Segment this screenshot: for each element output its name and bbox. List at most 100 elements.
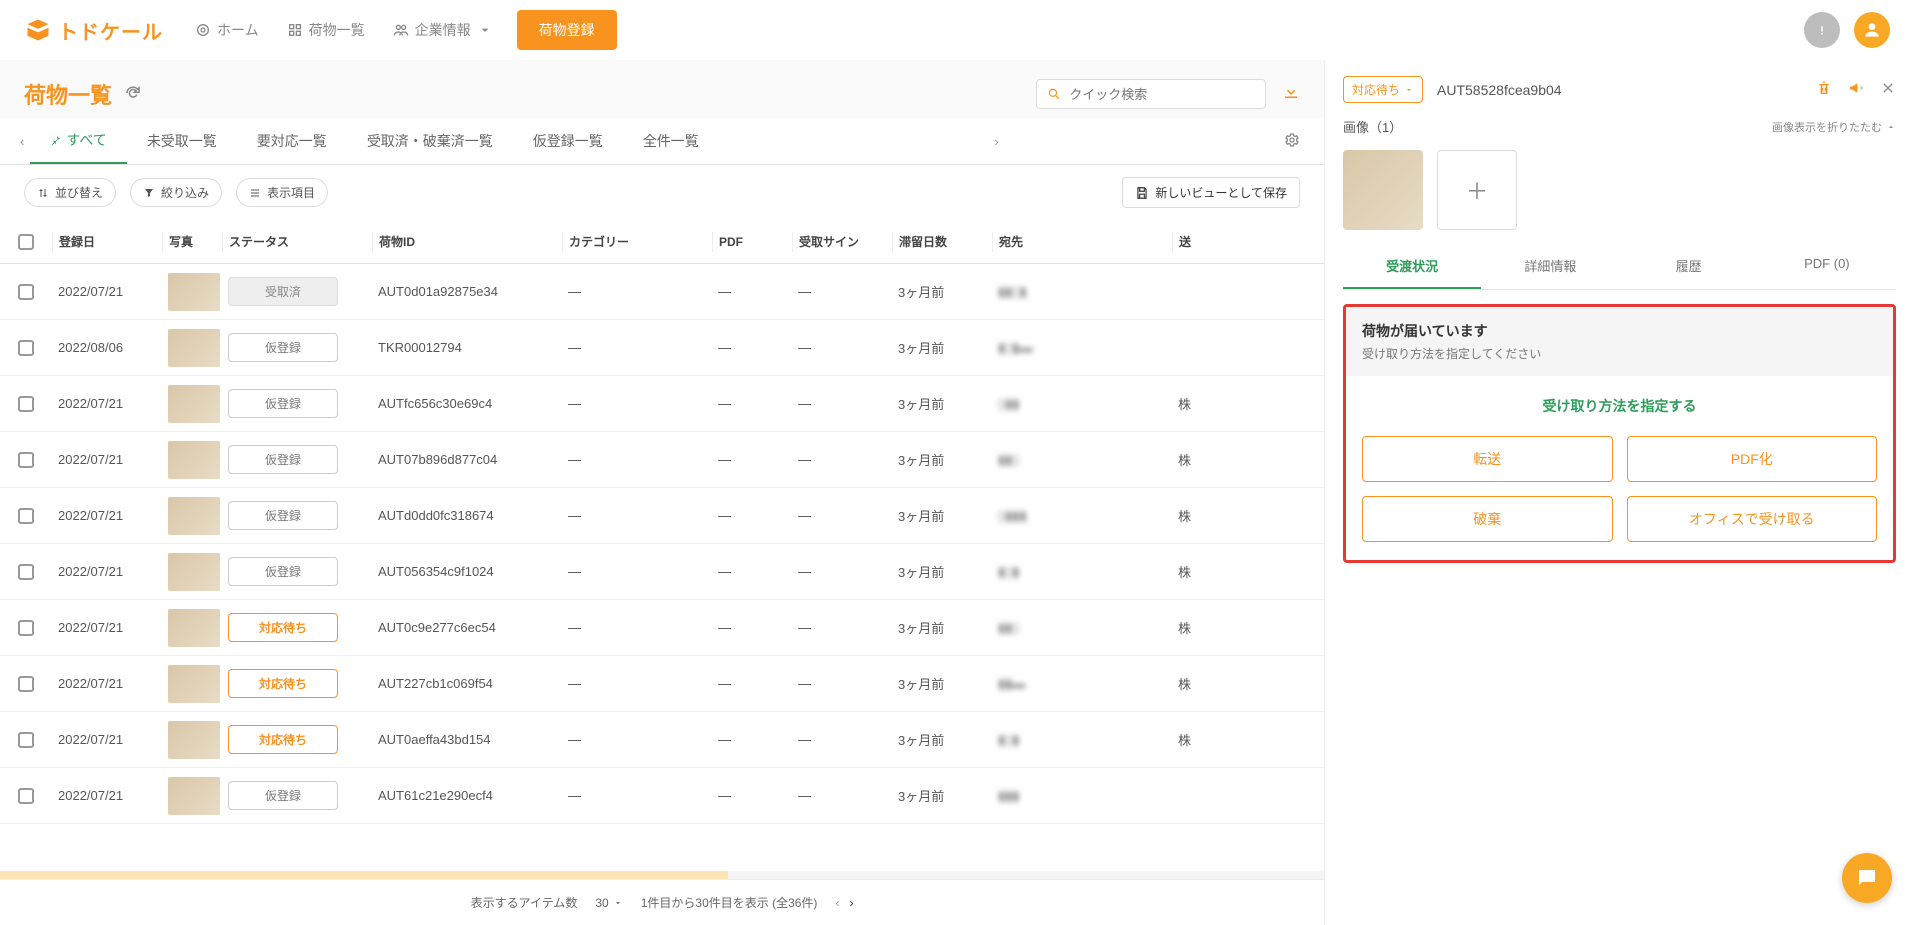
tabs-scroll-right[interactable]: ›	[988, 124, 1004, 159]
row-checkbox[interactable]	[18, 508, 34, 524]
chat-button[interactable]	[1842, 853, 1892, 903]
row-checkbox[interactable]	[18, 788, 34, 804]
cell-dest: ▮▮▯	[992, 452, 1172, 468]
tab-all[interactable]: すべて	[30, 118, 126, 164]
collapse-images-button[interactable]: 画像表示を折りたたむ	[1772, 119, 1896, 135]
sort-button[interactable]: 並び替え	[24, 178, 116, 207]
row-checkbox[interactable]	[18, 732, 34, 748]
package-image[interactable]	[1343, 150, 1423, 230]
col-pdf[interactable]: PDF	[712, 232, 792, 252]
alert-button[interactable]	[1804, 12, 1840, 48]
tab-draft[interactable]: 仮登録一覧	[513, 119, 623, 163]
table-row[interactable]: 2022/07/21仮登録AUT07b896d877c04———3ヶ月前▮▮▯株	[0, 432, 1324, 488]
nav-packages[interactable]: 荷物一覧	[287, 20, 365, 40]
office-button[interactable]: オフィスで受け取る	[1627, 496, 1878, 542]
row-checkbox[interactable]	[18, 452, 34, 468]
table-row[interactable]: 2022/07/21受取済AUT0d01a92875e34———3ヶ月前▮▮▯▮	[0, 264, 1324, 320]
col-sender[interactable]: 送	[1172, 232, 1252, 252]
tabs-scroll-left[interactable]: ‹	[14, 124, 30, 159]
refresh-button[interactable]	[124, 84, 142, 105]
tab-needaction[interactable]: 要対応一覧	[237, 119, 347, 163]
nav-company[interactable]: 企業情報	[393, 20, 493, 40]
table-row[interactable]: 2022/07/21対応待ちAUT0aeffa43bd154———3ヶ月前▮▯▮…	[0, 712, 1324, 768]
col-sign[interactable]: 受取サイン	[792, 232, 892, 252]
close-button[interactable]	[1880, 80, 1896, 99]
dtab-history[interactable]: 履歴	[1620, 244, 1758, 289]
notify-button[interactable]	[1848, 80, 1864, 99]
pdf-button[interactable]: PDF化	[1627, 436, 1878, 482]
cell-pdf: —	[712, 396, 792, 411]
trash-icon	[1816, 80, 1832, 96]
row-checkbox[interactable]	[18, 396, 34, 412]
delete-button[interactable]	[1816, 80, 1832, 99]
col-status[interactable]: ステータス	[222, 232, 372, 252]
row-checkbox[interactable]	[18, 676, 34, 692]
filter-button[interactable]: 絞り込み	[130, 178, 222, 207]
table-row[interactable]: 2022/08/06仮登録TKR00012794———3ヶ月前▮▯▮▬	[0, 320, 1324, 376]
cell-sign: —	[792, 396, 892, 411]
cell-pdf: —	[712, 620, 792, 635]
table-row[interactable]: 2022/07/21仮登録AUTd0dd0fc318674———3ヶ月前▯▮▮▮…	[0, 488, 1324, 544]
table-row[interactable]: 2022/07/21対応待ちAUT227cb1c069f54———3ヶ月前▮▮▬…	[0, 656, 1324, 712]
profile-button[interactable]	[1854, 12, 1890, 48]
cell-category: —	[562, 564, 712, 579]
page-size-select[interactable]: 30	[595, 896, 622, 910]
detail-status-chip[interactable]: 対応待ち	[1343, 76, 1423, 103]
tab-unreceived[interactable]: 未受取一覧	[127, 119, 237, 163]
row-checkbox[interactable]	[18, 284, 34, 300]
col-category[interactable]: カテゴリー	[562, 232, 712, 252]
status-badge: 受取済	[228, 277, 338, 306]
nav-home[interactable]: ホーム	[195, 20, 259, 40]
download-icon	[1282, 83, 1300, 101]
row-checkbox[interactable]	[18, 564, 34, 580]
table-row[interactable]: 2022/07/21対応待ちAUT0c9e277c6ec54———3ヶ月前▮▮▯…	[0, 600, 1324, 656]
tab-done[interactable]: 受取済・破棄済一覧	[347, 119, 513, 163]
cell-days: 3ヶ月前	[892, 618, 992, 637]
search-input[interactable]	[1069, 87, 1255, 102]
col-date[interactable]: 登録日	[52, 232, 162, 252]
discard-button[interactable]: 破棄	[1362, 496, 1613, 542]
col-days[interactable]: 滞留日数	[892, 232, 992, 252]
table-row[interactable]: 2022/07/21仮登録AUT056354c9f1024———3ヶ月前▮▯▮株	[0, 544, 1324, 600]
dtab-status[interactable]: 受渡状況	[1343, 244, 1481, 289]
cell-id: AUT0d01a92875e34	[372, 284, 562, 299]
logo[interactable]: トドケール	[24, 16, 163, 45]
cell-date: 2022/07/21	[52, 788, 162, 803]
list-icon	[287, 22, 303, 38]
pager-prev[interactable]: ‹	[835, 896, 839, 910]
tab-everything[interactable]: 全件一覧	[623, 119, 719, 163]
table-row[interactable]: 2022/07/21仮登録AUT61c21e290ecf4———3ヶ月前▮▮▮	[0, 768, 1324, 824]
col-pkgid[interactable]: 荷物ID	[372, 232, 562, 252]
col-photo[interactable]: 写真	[162, 232, 222, 252]
table-row[interactable]: 2022/07/21仮登録AUTfc656c30e69c4———3ヶ月前▯▮▮株	[0, 376, 1324, 432]
save-view-button[interactable]: 新しいビューとして保存	[1122, 177, 1300, 208]
col-dest[interactable]: 宛先	[992, 232, 1172, 252]
search-box[interactable]	[1036, 79, 1266, 109]
cell-dest: ▯▮▮	[992, 396, 1172, 412]
dtab-pdf[interactable]: PDF (0)	[1758, 244, 1896, 289]
add-image-button[interactable]: ＋	[1437, 150, 1517, 230]
cell-category: —	[562, 340, 712, 355]
cell-date: 2022/07/21	[52, 564, 162, 579]
pager-next[interactable]: ›	[849, 896, 853, 910]
cell-days: 3ヶ月前	[892, 786, 992, 805]
register-package-button[interactable]: 荷物登録	[517, 10, 617, 50]
topbar: トドケール ホーム 荷物一覧 企業情報 荷物登録	[0, 0, 1914, 60]
forward-button[interactable]: 転送	[1362, 436, 1613, 482]
cell-days: 3ヶ月前	[892, 394, 992, 413]
tabs-settings-button[interactable]	[1274, 122, 1310, 161]
row-checkbox[interactable]	[18, 620, 34, 636]
cell-pdf: —	[712, 452, 792, 467]
row-checkbox[interactable]	[18, 340, 34, 356]
detail-pane: 対応待ち AUT58528fcea9b04 画像（1） 画像表示を折りたたむ ＋…	[1324, 60, 1914, 925]
cell-dest: ▮▯▮	[992, 564, 1172, 580]
cell-date: 2022/07/21	[52, 452, 162, 467]
cell-id: AUTd0dd0fc318674	[372, 508, 562, 523]
sort-icon	[37, 187, 49, 199]
download-button[interactable]	[1282, 83, 1300, 106]
horizontal-scrollbar[interactable]	[0, 871, 1324, 879]
columns-button[interactable]: 表示項目	[236, 178, 328, 207]
cell-days: 3ヶ月前	[892, 674, 992, 693]
select-all-checkbox[interactable]	[18, 234, 34, 250]
dtab-info[interactable]: 詳細情報	[1481, 244, 1619, 289]
